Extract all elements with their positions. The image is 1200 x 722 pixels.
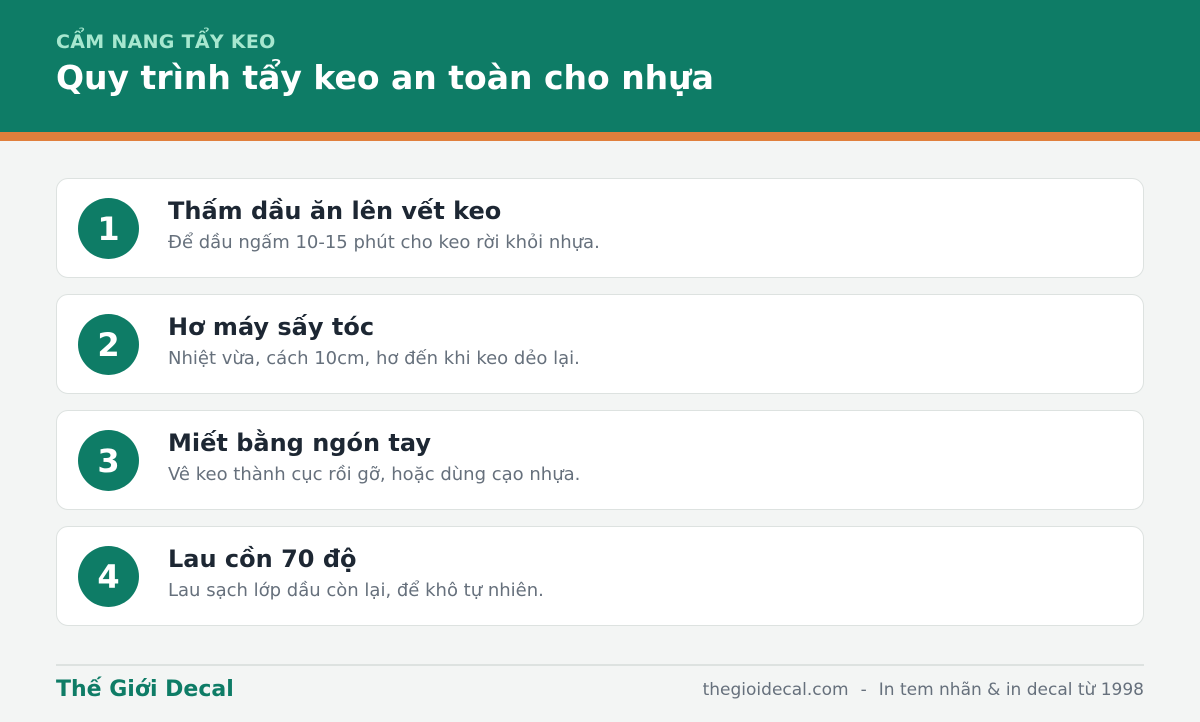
step-title: Lau cồn 70 độ bbox=[168, 545, 357, 573]
step-description: Nhiệt vừa, cách 10cm, hơ đến khi keo dẻo… bbox=[168, 348, 580, 369]
step-title: Thấm dầu ăn lên vết keo bbox=[168, 197, 502, 225]
header-banner: CẨM NANG TẨY KEO Quy trình tẩy keo an to… bbox=[0, 0, 1200, 132]
step-number-badge: 3 bbox=[78, 430, 139, 491]
step-number-badge: 4 bbox=[78, 546, 139, 607]
step-card-4: 4 Lau cồn 70 độ Lau sạch lớp dầu còn lại… bbox=[56, 526, 1144, 626]
header-kicker: CẨM NANG TẨY KEO bbox=[56, 31, 276, 53]
step-card-2: 2 Hơ máy sấy tóc Nhiệt vừa, cách 10cm, h… bbox=[56, 294, 1144, 394]
step-description: Để dầu ngấm 10-15 phút cho keo rời khỏi … bbox=[168, 232, 600, 253]
page-title: Quy trình tẩy keo an toàn cho nhựa bbox=[56, 58, 714, 97]
header-accent-bar bbox=[0, 132, 1200, 141]
footer-tagline: In tem nhãn & in decal từ 1998 bbox=[878, 680, 1144, 700]
footer-brand: Thế Giới Decal bbox=[56, 677, 234, 702]
step-description: Vê keo thành cục rồi gỡ, hoặc dùng cạo n… bbox=[168, 464, 581, 485]
footer-divider bbox=[56, 664, 1144, 666]
step-title: Hơ máy sấy tóc bbox=[168, 313, 375, 341]
step-card-1: 1 Thấm dầu ăn lên vết keo Để dầu ngấm 10… bbox=[56, 178, 1144, 278]
footer-website: thegioidecal.com bbox=[702, 680, 849, 700]
step-number-badge: 1 bbox=[78, 198, 139, 259]
page: CẨM NANG TẨY KEO Quy trình tẩy keo an to… bbox=[0, 0, 1200, 722]
step-description: Lau sạch lớp dầu còn lại, để khô tự nhiê… bbox=[168, 580, 544, 601]
steps-list: 1 Thấm dầu ăn lên vết keo Để dầu ngấm 10… bbox=[56, 178, 1144, 642]
footer-info: thegioidecal.com - In tem nhãn & in deca… bbox=[703, 679, 1144, 701]
step-number-badge: 2 bbox=[78, 314, 139, 375]
step-card-3: 3 Miết bằng ngón tay Vê keo thành cục rồ… bbox=[56, 410, 1144, 510]
step-title: Miết bằng ngón tay bbox=[168, 429, 431, 457]
footer-separator: - bbox=[860, 680, 867, 700]
